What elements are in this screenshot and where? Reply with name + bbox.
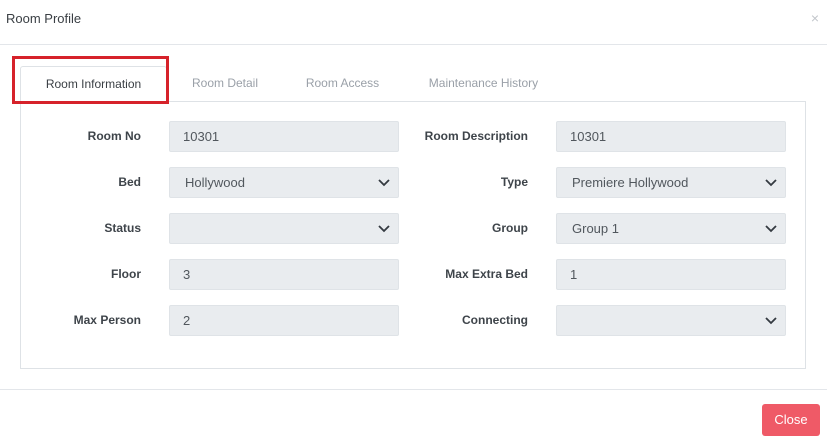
- room-description-label: Room Description: [424, 129, 528, 143]
- chevron-down-icon: [765, 225, 777, 233]
- close-icon[interactable]: ×: [811, 10, 819, 26]
- chevron-down-icon: [765, 179, 777, 187]
- room-profile-modal: Room Profile × Room Information Room Det…: [0, 0, 827, 445]
- bed-select[interactable]: Hollywood: [169, 167, 399, 198]
- modal-title: Room Profile: [6, 11, 82, 26]
- max-extra-bed-field[interactable]: 1: [556, 259, 786, 290]
- max-person-field[interactable]: 2: [169, 305, 399, 336]
- status-select[interactable]: [169, 213, 399, 244]
- type-select[interactable]: Premiere Hollywood: [556, 167, 786, 198]
- group-select[interactable]: Group 1: [556, 213, 786, 244]
- group-value: Group 1: [572, 221, 619, 236]
- type-value: Premiere Hollywood: [572, 175, 689, 190]
- modal-footer: [0, 389, 827, 445]
- floor-label: Floor: [111, 267, 141, 281]
- bed-value: Hollywood: [185, 175, 245, 190]
- chevron-down-icon: [765, 317, 777, 325]
- max-person-label: Max Person: [73, 313, 141, 327]
- floor-field[interactable]: 3: [169, 259, 399, 290]
- connecting-select[interactable]: [556, 305, 786, 336]
- modal-header: Room Profile ×: [0, 0, 827, 45]
- room-no-field[interactable]: 10301: [169, 121, 399, 152]
- tab-room-information[interactable]: Room Information: [20, 66, 167, 102]
- max-extra-bed-label: Max Extra Bed: [445, 267, 528, 281]
- tab-bar: Room Information Room Detail Room Access…: [20, 66, 806, 102]
- tab-maintenance-history[interactable]: Maintenance History: [416, 66, 551, 102]
- bed-label: Bed: [118, 175, 141, 189]
- close-button[interactable]: Close: [762, 404, 820, 436]
- type-label: Type: [500, 175, 528, 189]
- status-label: Status: [104, 221, 141, 235]
- room-description-field[interactable]: 10301: [556, 121, 786, 152]
- room-no-label: Room No: [87, 129, 141, 143]
- connecting-label: Connecting: [462, 313, 528, 327]
- group-label: Group: [492, 221, 528, 235]
- tab-room-access[interactable]: Room Access: [295, 66, 390, 102]
- tab-room-detail[interactable]: Room Detail: [180, 66, 270, 102]
